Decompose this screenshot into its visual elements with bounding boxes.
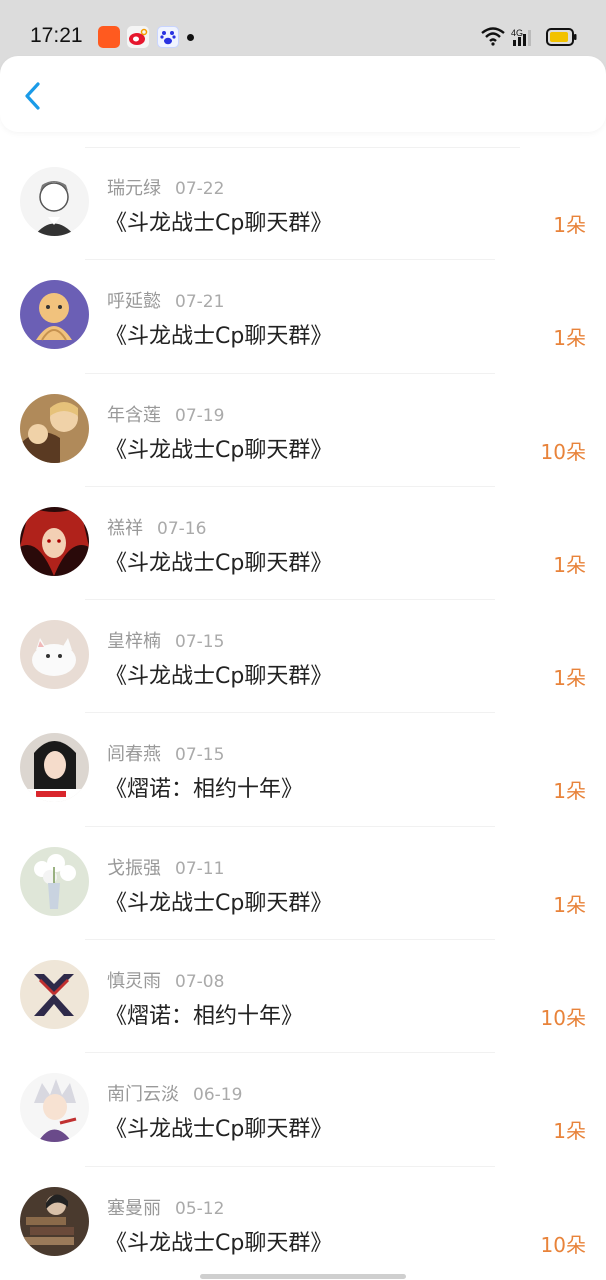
flower-amount: 1朵 (553, 892, 586, 917)
4g-signal-icon: 4G (510, 26, 540, 52)
user-name: 慎灵雨 (107, 971, 161, 993)
avatar[interactable] (20, 620, 89, 690)
item-title: 《斗龙战士Cp聊天群》 (105, 1230, 333, 1256)
date: 07-15 (175, 745, 225, 766)
flower-amount: 1朵 (553, 326, 586, 351)
date: 07-21 (175, 292, 225, 313)
date: 07-19 (175, 405, 225, 426)
list-item[interactable]: 闾春燕 07-15 《熠诺：相约十年》 1朵 (0, 713, 606, 827)
user-name: 闾春燕 (107, 744, 161, 766)
user-name: 南门云淡 (107, 1084, 179, 1106)
battery-icon (546, 28, 578, 50)
date: 07-16 (157, 518, 207, 539)
flower-amount: 1朵 (553, 213, 586, 237)
avatar[interactable] (20, 280, 89, 350)
list-item[interactable]: 皇梓楠 07-15 《斗龙战士Cp聊天群》 1朵 (0, 600, 606, 714)
avatar[interactable] (20, 733, 89, 803)
item-title: 《斗龙战士Cp聊天群》 (105, 890, 333, 916)
item-title: 《熠诺：相约十年》 (105, 777, 304, 803)
avatar[interactable] (20, 1073, 89, 1143)
svg-text:4G: 4G (511, 28, 523, 38)
flower-amount: 10朵 (540, 439, 586, 464)
list-item[interactable]: 南门云淡 06-19 《斗龙战士Cp聊天群》 1朵 (0, 1053, 606, 1167)
item-title: 《斗龙战士Cp聊天群》 (105, 324, 333, 350)
baidu-icon (157, 26, 179, 48)
weibo-icon (127, 26, 149, 48)
list-item[interactable]: 禚祥 07-16 《斗龙战士Cp聊天群》 1朵 (0, 487, 606, 601)
list-item[interactable]: 呼延懿 07-21 《斗龙战士Cp聊天群》 1朵 (0, 260, 606, 374)
header-bar (0, 56, 606, 132)
date: 07-08 (175, 972, 225, 993)
user-name: 呼延懿 (107, 291, 161, 313)
list-item[interactable]: 戈振强 07-11 《斗龙战士Cp聊天群》 1朵 (0, 827, 606, 941)
user-name: 年含莲 (107, 404, 161, 426)
date: 07-22 (175, 179, 225, 199)
avatar[interactable] (20, 506, 89, 576)
flower-amount: 1朵 (553, 552, 586, 577)
flower-amount: 10朵 (540, 1006, 586, 1031)
flower-amount: 1朵 (553, 779, 586, 804)
list-item[interactable]: 塞曼丽 05-12 《斗龙战士Cp聊天群》 10朵 (0, 1167, 606, 1280)
avatar[interactable] (20, 393, 89, 463)
item-title: 《斗龙战士Cp聊天群》 (105, 664, 333, 690)
wifi-icon (480, 26, 506, 50)
avatar[interactable] (20, 167, 89, 236)
item-title: 《斗龙战士Cp聊天群》 (105, 437, 333, 463)
list-item[interactable]: 年含莲 07-19 《斗龙战士Cp聊天群》 10朵 (0, 374, 606, 487)
home-indicator[interactable] (200, 1274, 406, 1279)
date: 07-15 (175, 632, 225, 653)
date: 05-12 (175, 1198, 225, 1219)
chevron-left-icon (25, 82, 40, 110)
gift-record-list: 瑞元绿 07-22 《斗龙战士Cp聊天群》 1朵 呼延懿 07-21 《斗龙战士Cp… (0, 147, 606, 1280)
status-time: 17:21 (30, 24, 83, 47)
notification-dot (187, 34, 194, 41)
date: 07-11 (175, 858, 225, 879)
flower-amount: 1朵 (553, 1119, 586, 1144)
user-name: 瑞元绿 (107, 178, 161, 199)
user-name: 塞曼丽 (107, 1197, 161, 1219)
item-title: 《斗龙战士Cp聊天群》 (105, 550, 333, 576)
flower-amount: 10朵 (540, 1232, 586, 1257)
item-title: 《斗龙战士Cp聊天群》 (105, 211, 333, 236)
back-button[interactable] (18, 78, 50, 114)
user-name: 禚祥 (107, 517, 143, 539)
item-title: 《斗龙战士Cp聊天群》 (105, 1117, 333, 1143)
list-item[interactable]: 瑞元绿 07-22 《斗龙战士Cp聊天群》 1朵 (0, 147, 606, 261)
avatar[interactable] (20, 846, 89, 916)
flower-amount: 1朵 (553, 666, 586, 691)
kuaishou-icon (98, 26, 120, 48)
list-item[interactable]: 慎灵雨 07-08 《熠诺：相约十年》 10朵 (0, 940, 606, 1054)
user-name: 戈振强 (107, 857, 161, 879)
avatar[interactable] (20, 960, 89, 1030)
item-title: 《熠诺：相约十年》 (105, 1004, 304, 1030)
user-name: 皇梓楠 (107, 631, 161, 653)
date: 06-19 (193, 1085, 243, 1106)
avatar[interactable] (20, 1186, 89, 1256)
